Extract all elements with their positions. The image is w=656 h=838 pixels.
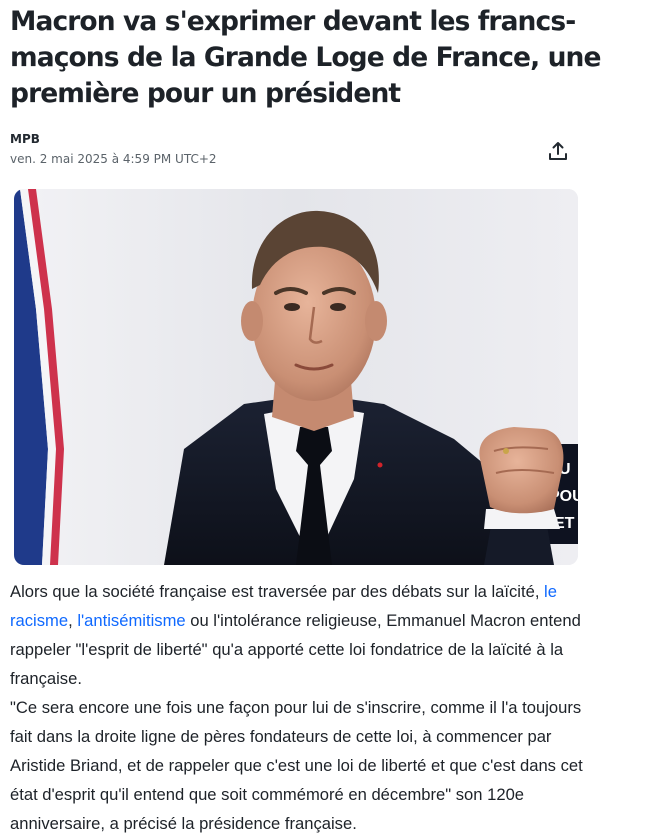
article-hero-image: U POU ET <box>14 189 578 565</box>
article-body: Alors que la société française est trave… <box>10 577 600 838</box>
publish-timestamp: ven. 2 mai 2025 à 4:59 PM UTC+2 <box>10 152 217 166</box>
article-title: Macron va s'exprimer devant les francs-m… <box>10 6 602 109</box>
share-button[interactable] <box>544 137 572 165</box>
link-antisemitisme[interactable]: l'antisémitisme <box>77 611 185 630</box>
share-upload-icon <box>549 142 567 160</box>
byline: MPB ven. 2 mai 2025 à 4:59 PM UTC+2 <box>10 131 217 167</box>
author-name[interactable]: MPB <box>10 131 217 147</box>
paragraph: Alors que la société française est trave… <box>10 582 581 688</box>
paragraph: "Ce sera encore une fois une façon pour … <box>10 698 583 833</box>
